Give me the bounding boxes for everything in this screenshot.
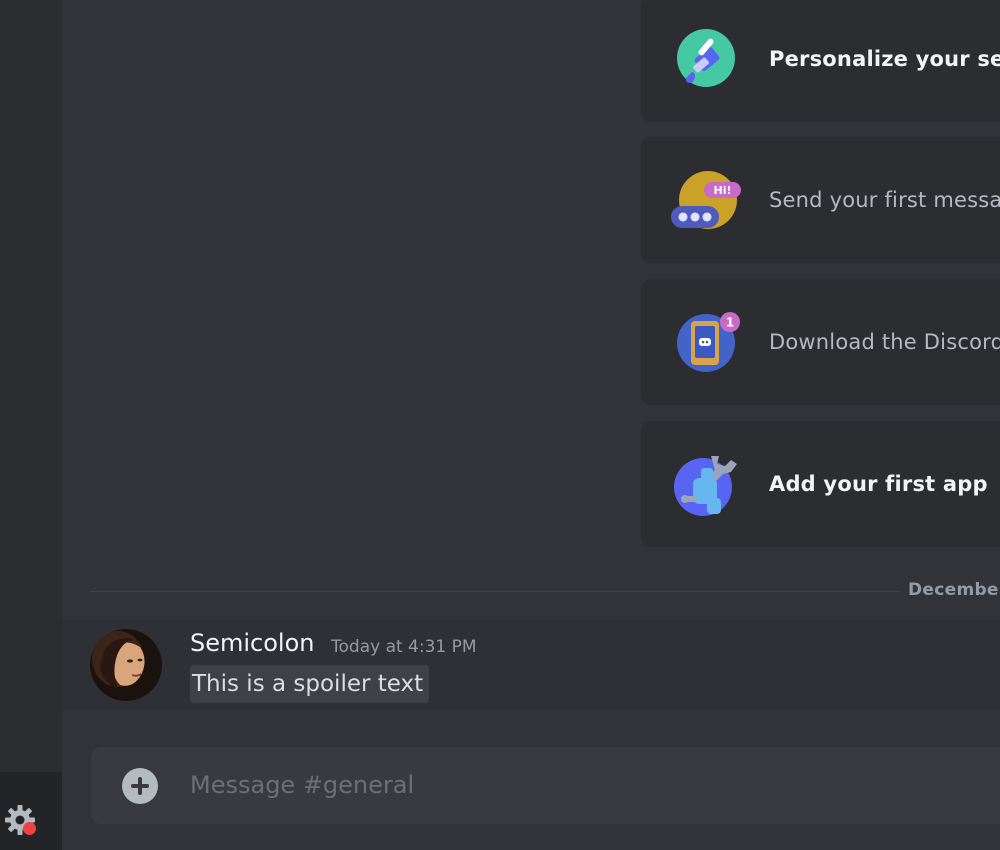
chat-bubble-icon: Hi! <box>671 166 741 236</box>
paintbrush-icon <box>671 25 741 95</box>
message-author[interactable]: Semicolon <box>190 629 315 657</box>
hi-badge: Hi! <box>714 184 732 197</box>
date-divider-label: December <box>908 580 1000 600</box>
onboarding-card-label: Download the Discord app <box>769 330 1000 354</box>
chat-view: Personalize your server Hi! Send your fi… <box>0 0 1000 850</box>
message-timestamp[interactable]: Today at 4:31 PM <box>331 637 477 657</box>
onboarding-card-label: Personalize your server <box>769 47 1000 71</box>
user-avatar[interactable] <box>90 629 162 701</box>
onboarding-card-first-message[interactable]: Hi! Send your first message <box>641 137 1000 263</box>
onboarding-card-add-app[interactable]: Add your first app <box>641 421 1000 547</box>
message-input[interactable] <box>190 765 970 805</box>
phone-icon: 1 <box>671 308 741 378</box>
onboarding-card-personalize[interactable]: Personalize your server <box>641 0 1000 122</box>
date-divider <box>90 591 900 592</box>
status-dot <box>23 822 36 835</box>
wrench-icon <box>671 450 741 520</box>
onboarding-card-label: Add your first app <box>769 472 988 496</box>
notification-badge: 1 <box>726 316 734 330</box>
spoiler-text[interactable]: This is a spoiler text <box>190 665 430 703</box>
onboarding-card-download-app[interactable]: 1 Download the Discord app <box>641 279 1000 405</box>
attach-plus-button[interactable] <box>122 768 158 804</box>
onboarding-card-label: Send your first message <box>769 188 1000 212</box>
channel-sidebar-edge <box>0 0 62 850</box>
